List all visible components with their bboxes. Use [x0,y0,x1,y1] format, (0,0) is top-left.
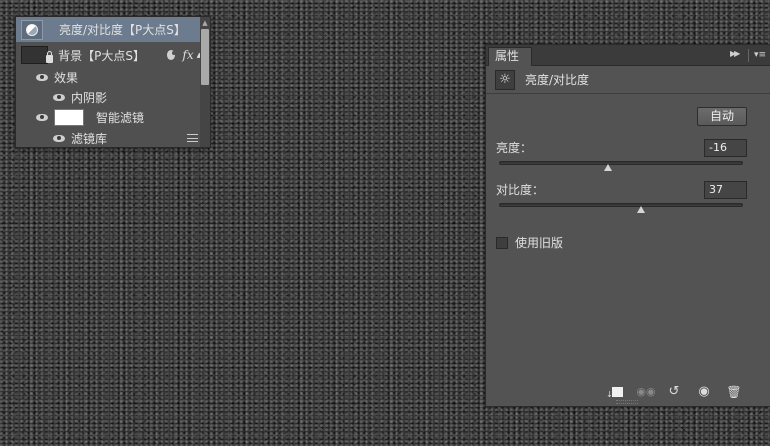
eye-icon[interactable] [36,73,48,81]
use-legacy-checkbox[interactable] [496,236,508,249]
layer-brightness-contrast[interactable]: 亮度/对比度【P大点S】 [16,17,202,42]
properties-header: ☼ 亮度/对比度 [486,66,770,94]
tab-properties[interactable]: 属性 [488,47,532,66]
inner-shadow-label: 内阴影 [71,90,108,105]
eye-icon[interactable] [36,113,48,121]
contrast-label: 对比度： [496,183,545,197]
contrast-slider-thumb[interactable] [636,206,645,213]
blending-options-icon[interactable] [187,134,198,142]
brightness-slider-thumb[interactable] [603,164,612,171]
panel-tab-bar: 属性 ▶▶ ▾≡ [486,45,770,66]
brightness-slider[interactable] [499,161,743,165]
delete-icon[interactable]: 🗑 [726,385,742,399]
properties-title: 亮度/对比度 [525,73,590,87]
smart-filters-label: 智能滤镜 [96,110,145,125]
scroll-thumb[interactable] [201,29,209,85]
divider [748,49,749,62]
inner-shadow-row[interactable]: 内阴影 [16,87,202,107]
layer-background[interactable]: 背景【P大点S】 fx ▲ [16,44,202,66]
contrast-slider[interactable] [499,203,743,207]
clip-to-layer-icon[interactable]: ↓ [606,385,626,399]
scrollbar[interactable]: ▲ [200,17,210,147]
panel-resize-grip[interactable] [616,400,638,404]
layer-thumbnail [21,46,54,64]
eye-icon[interactable] [53,93,65,101]
panel-menu-icon[interactable]: ▾≡ [754,50,766,60]
brightness-input[interactable]: -16 [704,139,747,157]
smart-filters-row[interactable]: 智能滤镜 [16,106,202,128]
scroll-up-arrow-icon[interactable]: ▲ [201,19,209,27]
filter-gallery-row[interactable]: 滤镜库 [16,128,202,148]
contrast-input[interactable]: 37 [704,181,747,199]
use-legacy-row[interactable]: 使用旧版 [496,234,563,251]
layer-name: 亮度/对比度【P大点S】 [59,23,186,37]
view-previous-state-icon[interactable]: ◉◉ [636,385,656,399]
properties-panel: 属性 ▶▶ ▾≡ ☼ 亮度/对比度 自动 亮度： -16 对比度： 37 使用旧… [485,44,770,407]
reset-icon[interactable]: ↺ [666,385,682,399]
layers-panel: 亮度/对比度【P大点S】 背景【P大点S】 fx ▲ 效果 内阴影 智能滤镜 滤… [15,16,211,148]
sun-icon: ☼ [495,69,515,90]
layer-name: 背景【P大点S】 [58,48,145,63]
eye-icon[interactable] [53,134,65,142]
brightness-contrast-adjustment-icon [26,23,38,36]
filter-gallery-label: 滤镜库 [71,131,108,146]
fx-icon[interactable]: fx [182,48,193,62]
collapse-panel-icon[interactable]: ▶▶ [730,49,740,58]
smart-filter-mask-thumbnail[interactable] [54,108,84,126]
smart-object-icon [167,50,177,60]
effects-row[interactable]: 效果 [16,67,202,87]
adjustment-layer-icon [21,19,43,40]
brightness-label: 亮度： [496,141,533,155]
auto-button[interactable]: 自动 [697,107,747,126]
lock-icon [46,51,54,63]
toggle-visibility-icon[interactable]: ◉ [696,385,712,399]
use-legacy-label: 使用旧版 [515,236,564,250]
effects-label: 效果 [54,70,79,85]
